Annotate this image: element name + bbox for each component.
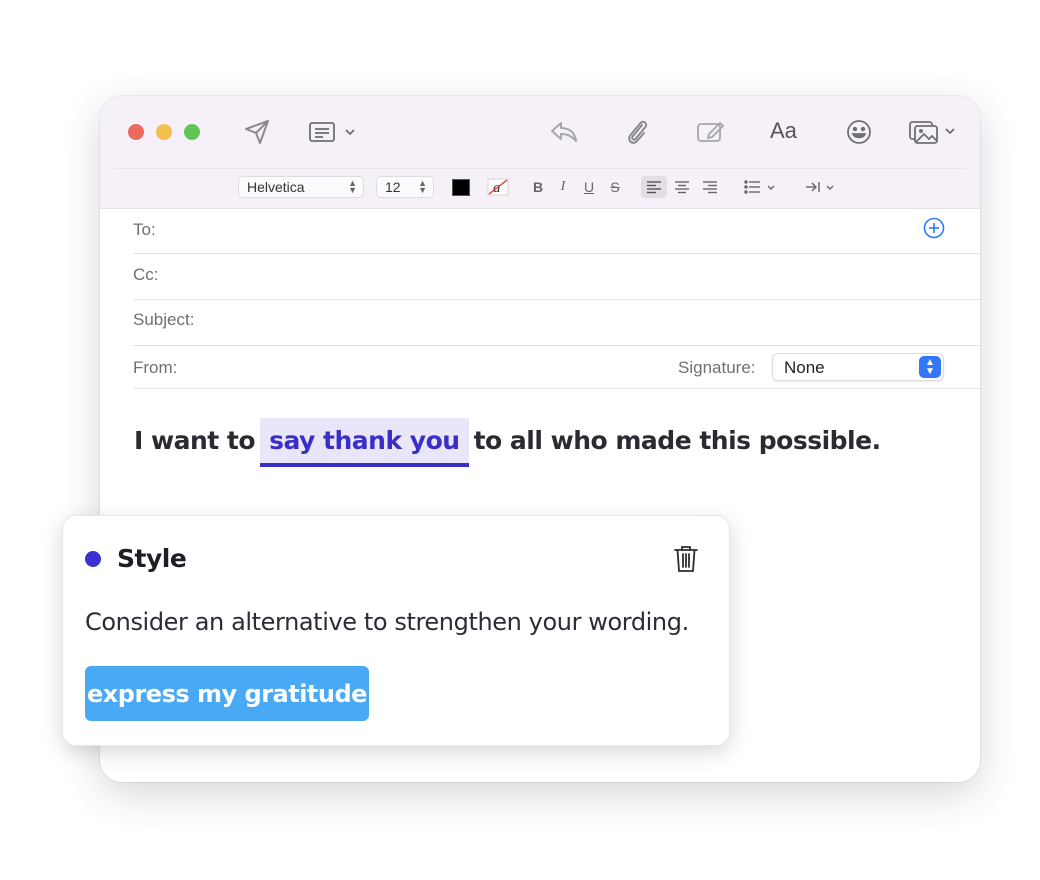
subject-label: Subject: — [133, 310, 195, 329]
suggestion-category: Style — [117, 544, 187, 573]
header-fields-button[interactable] — [308, 118, 358, 146]
markup-icon[interactable] — [696, 116, 726, 148]
apply-suggestion-button[interactable]: express my gratitude — [85, 666, 369, 721]
align-center-button[interactable] — [671, 176, 693, 198]
cc-label: Cc: — [133, 265, 159, 284]
cc-field[interactable]: Cc: — [133, 254, 980, 300]
category-dot — [85, 551, 101, 567]
format-text-icon[interactable]: Aa — [770, 118, 797, 144]
highlight-color-icon[interactable]: a — [486, 176, 510, 198]
italic-button[interactable]: I — [556, 176, 570, 198]
strikethrough-button[interactable]: S — [607, 176, 623, 198]
suggestion-card: Style Consider an alternative to strengt… — [62, 515, 730, 746]
signature-select[interactable]: None ▲ ▼ — [772, 353, 944, 381]
updown-chevron-icon: ▲ ▼ — [919, 356, 941, 378]
list-style-button[interactable] — [743, 176, 779, 198]
align-right-button[interactable] — [699, 176, 721, 198]
toolbar-divider — [114, 168, 966, 169]
signature-value: None — [784, 358, 825, 377]
toolbar: Aa Helvetica ▲ ▼ 12 ▲ ▼ B I U S — [100, 96, 980, 209]
emoji-icon[interactable] — [844, 118, 874, 146]
highlighted-phrase[interactable]: say thank you — [260, 418, 469, 467]
updown-chevron-icon: ▲ ▼ — [418, 178, 427, 195]
trash-icon[interactable] — [673, 544, 699, 579]
reply-icon[interactable] — [548, 118, 580, 146]
underline-button[interactable]: U — [581, 176, 597, 198]
align-left-button[interactable] — [641, 176, 667, 198]
photo-browser-icon[interactable] — [908, 118, 960, 146]
updown-chevron-icon: ▲ ▼ — [348, 178, 357, 195]
bold-button[interactable]: B — [530, 176, 546, 198]
from-label: From: — [133, 358, 178, 377]
message-body[interactable]: I want to say thank you to all who made th… — [134, 418, 881, 467]
to-label: To: — [133, 220, 156, 239]
font-size-select[interactable]: 12 ▲ ▼ — [376, 176, 434, 198]
text-color-swatch[interactable] — [452, 176, 470, 198]
from-field: From: Signature: None ▲ ▼ — [133, 344, 980, 389]
indent-button[interactable] — [804, 176, 840, 198]
body-text-before: I want to — [134, 426, 256, 455]
body-text-after: to all who made this possible. — [473, 426, 882, 455]
send-icon[interactable] — [242, 116, 272, 148]
signature-label: Signature: — [678, 358, 756, 377]
font-size-value: 12 — [385, 179, 401, 195]
add-recipient-icon[interactable] — [922, 216, 946, 245]
minimize-window-button[interactable] — [156, 124, 172, 140]
suggestion-message: Consider an alternative to strengthen yo… — [85, 608, 689, 636]
font-select[interactable]: Helvetica ▲ ▼ — [238, 176, 364, 198]
font-name: Helvetica — [247, 179, 305, 195]
close-window-button[interactable] — [128, 124, 144, 140]
zoom-window-button[interactable] — [184, 124, 200, 140]
attachment-icon[interactable] — [622, 116, 652, 148]
subject-field[interactable]: Subject: — [133, 300, 980, 346]
to-field[interactable]: To: — [133, 208, 980, 254]
